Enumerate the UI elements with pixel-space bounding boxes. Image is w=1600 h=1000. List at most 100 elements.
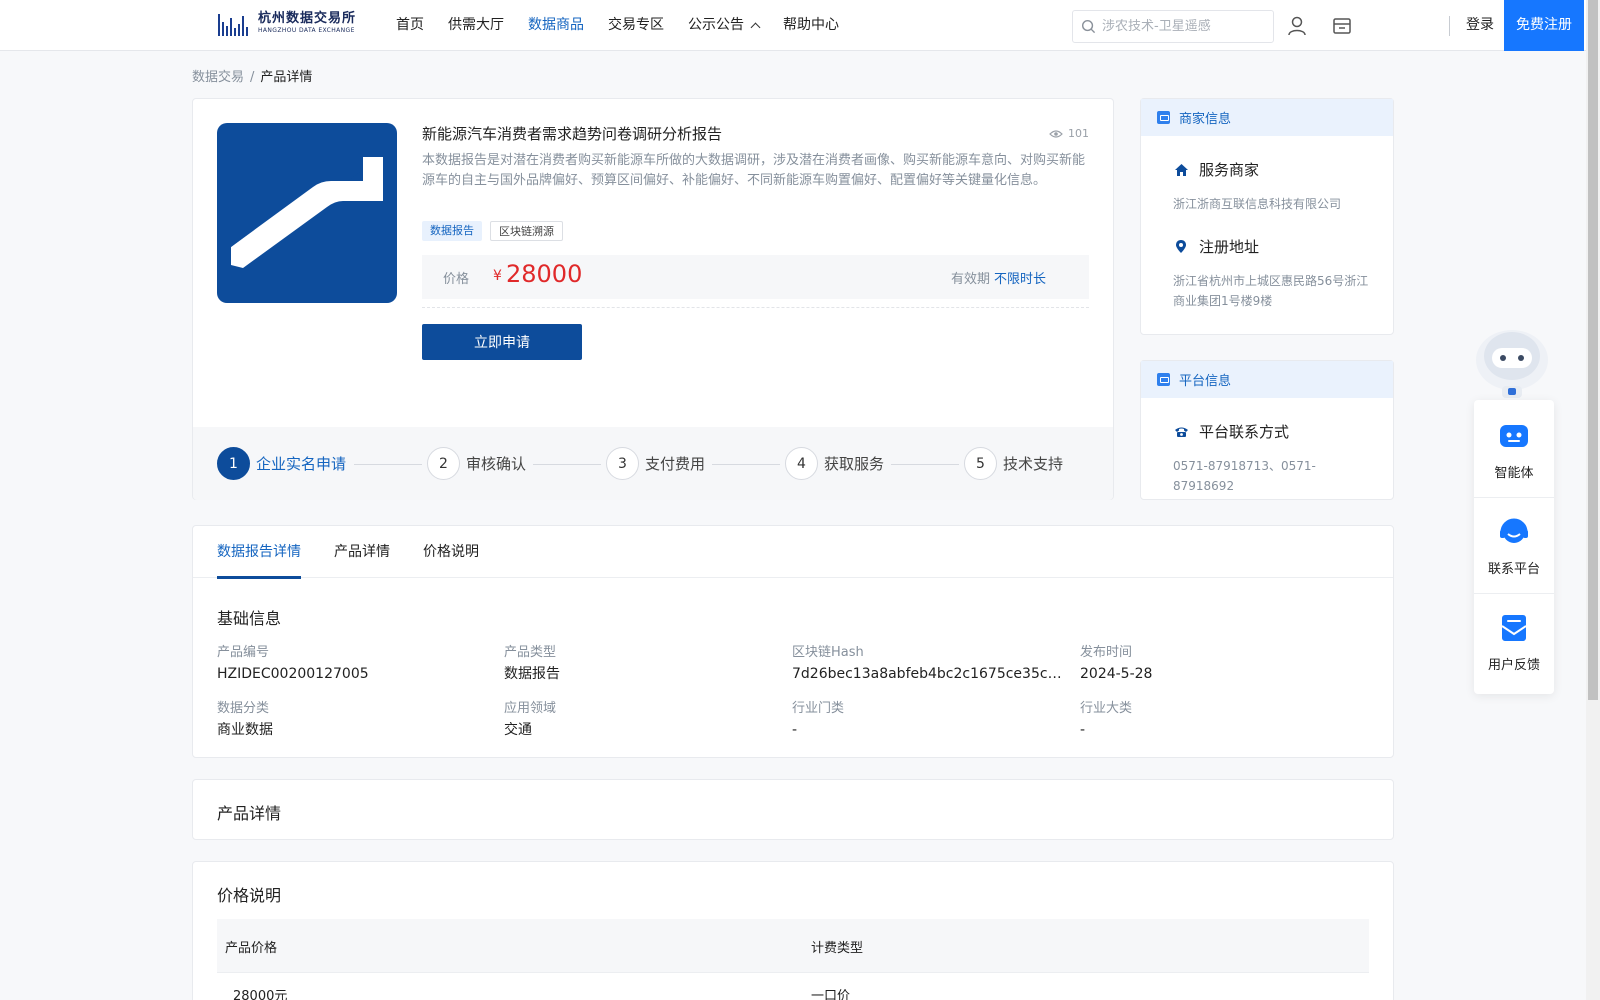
register-button[interactable]: 免费注册 xyxy=(1504,0,1584,51)
step-2: 2 审核确认 xyxy=(427,447,526,480)
table-row: 28000元 一口价 xyxy=(217,972,1369,1000)
site-logo[interactable]: 杭州数据交易所 HANGZHOU DATA EXCHANGE xyxy=(218,10,356,36)
nav-help-center[interactable]: 帮助中心 xyxy=(783,0,839,50)
price-currency: ¥ xyxy=(493,268,502,284)
platform-info-card: 平台信息 平台联系方式 0571-87918713、0571-87918692 xyxy=(1140,360,1394,500)
table-cell: 一口价 xyxy=(811,989,851,1000)
product-cover-image xyxy=(217,123,397,303)
divider xyxy=(1474,593,1554,594)
logo-mark-icon xyxy=(218,10,254,36)
nav-home[interactable]: 首页 xyxy=(396,0,424,50)
step-number: 3 xyxy=(606,447,639,480)
field-value: - xyxy=(1080,722,1086,738)
field-label: 发布时间 xyxy=(1080,645,1133,660)
apply-now-button[interactable]: 立即申请 xyxy=(422,324,582,360)
detail-tabs: 数据报告详情 产品详情 价格说明 xyxy=(193,526,1393,579)
main-nav: 首页 供需大厅 数据商品 交易专区 公示公告 帮助中心 xyxy=(396,0,863,50)
step-label: 审核确认 xyxy=(466,455,527,473)
step-label: 支付费用 xyxy=(645,455,706,473)
ai-agent-button[interactable]: 智能体 xyxy=(1474,420,1554,481)
field-label: 数据分类 xyxy=(217,701,270,716)
robot-mascot-icon[interactable] xyxy=(1472,326,1552,402)
field-value: 7d26bec13a8abfeb4bc2c1675ce35c9f50e… xyxy=(792,666,1067,682)
column-header: 产品价格 xyxy=(225,941,278,956)
tag-data-report: 数据报告 xyxy=(422,221,482,241)
field-label: 应用领域 xyxy=(504,701,557,716)
search-icon xyxy=(1081,19,1096,34)
breadcrumb-parent[interactable]: 数据交易 xyxy=(192,70,244,85)
platform-info-header: 平台信息 xyxy=(1141,361,1393,398)
step-1: 1 企业实名申请 xyxy=(217,447,346,480)
contact-platform-label: 联系平台 xyxy=(1487,562,1540,577)
top-header: 杭州数据交易所 HANGZHOU DATA EXCHANGE 首页 供需大厅 数… xyxy=(0,0,1586,51)
price-box: 价格 ¥ 28000 有效期 不限时长 xyxy=(422,255,1089,299)
product-logo-icon xyxy=(231,153,383,273)
table-header: 产品价格 计费类型 xyxy=(217,919,1369,972)
divider xyxy=(422,307,1089,308)
merchant-info-heading: 商家信息 xyxy=(1179,112,1232,127)
robot-chat-icon xyxy=(1500,425,1528,447)
chevron-up-icon xyxy=(750,22,761,33)
floating-toolbar: 智能体 联系平台 用户反馈 xyxy=(1474,400,1554,694)
search-input[interactable] xyxy=(1102,19,1267,34)
step-4: 4 获取服务 xyxy=(785,447,884,480)
divider xyxy=(1474,497,1554,498)
phone-icon xyxy=(1173,424,1189,440)
search-box[interactable] xyxy=(1072,10,1274,43)
user-feedback-label: 用户反馈 xyxy=(1487,658,1540,673)
step-5: 5 技术支持 xyxy=(964,447,1063,480)
field-application-area: 应用领域 交通 xyxy=(504,700,784,739)
validity-value: 不限时长 xyxy=(993,272,1046,287)
pricing-table: 产品价格 计费类型 28000元 一口价 xyxy=(217,919,1369,1000)
product-detail-title: 产品详情 xyxy=(217,804,282,823)
nav-announcements[interactable]: 公示公告 xyxy=(688,0,761,50)
location-pin-icon xyxy=(1173,239,1189,255)
product-tags: 数据报告 区块链溯源 xyxy=(422,221,563,241)
tab-report-details[interactable]: 数据报告详情 xyxy=(217,526,301,579)
step-label: 获取服务 xyxy=(824,455,885,473)
pricing-title: 价格说明 xyxy=(217,886,282,905)
scrollbar-thumb[interactable] xyxy=(1588,0,1598,700)
contact-platform-button[interactable]: 联系平台 xyxy=(1474,516,1554,577)
product-description: 本数据报告是对潜在消费者购买新能源车所做的大数据调研，涉及潜在消费者画像、购买新… xyxy=(422,153,1086,188)
field-label: 行业大类 xyxy=(1080,701,1133,716)
logo-subtitle: HANGZHOU DATA EXCHANGE xyxy=(258,27,355,34)
tab-price-description[interactable]: 价格说明 xyxy=(423,526,479,578)
field-label: 行业门类 xyxy=(792,701,845,716)
customer-service-icon xyxy=(1500,518,1528,543)
login-link[interactable]: 登录 xyxy=(1466,0,1494,50)
tag-blockchain-trace: 区块链溯源 xyxy=(490,221,563,241)
user-feedback-button[interactable]: 用户反馈 xyxy=(1474,612,1554,673)
user-icon[interactable] xyxy=(1286,15,1308,37)
registered-address-section: 注册地址 浙江省杭州市上城区惠民路56号浙江商业集团1号楼9楼 xyxy=(1173,236,1369,311)
field-value: 交通 xyxy=(504,722,532,738)
field-value: 数据报告 xyxy=(504,666,560,682)
feedback-mail-icon xyxy=(1501,615,1527,641)
nav-data-products[interactable]: 数据商品 xyxy=(528,0,584,50)
field-value: - xyxy=(792,722,798,738)
breadcrumb: 数据交易 / 产品详情 xyxy=(192,66,312,85)
product-summary-card: 新能源汽车消费者需求趋势问卷调研分析报告 101 本数据报告是对潜在消费者购买新… xyxy=(192,98,1114,500)
nav-trading-zone[interactable]: 交易专区 xyxy=(608,0,664,50)
registered-address-value: 浙江省杭州市上城区惠民路56号浙江商业集团1号楼9楼 xyxy=(1173,274,1369,308)
service-merchant-value: 浙江浙商互联信息科技有限公司 xyxy=(1173,197,1342,211)
pricing-card: 价格说明 产品价格 计费类型 28000元 一口价 xyxy=(192,861,1394,1000)
field-label: 区块链Hash xyxy=(792,645,864,660)
process-steps: 1 企业实名申请 2 审核确认 3 支付费用 4 获取服务 5 技术支持 xyxy=(193,427,1113,500)
info-card-icon xyxy=(1157,373,1170,386)
validity-label: 有效期 xyxy=(950,272,990,287)
nav-supply-demand[interactable]: 供需大厅 xyxy=(448,0,504,50)
tab-product-details[interactable]: 产品详情 xyxy=(334,526,390,578)
merchant-info-header: 商家信息 xyxy=(1141,99,1393,136)
validity: 有效期 不限时长 xyxy=(951,268,1046,287)
field-industry-division: 行业大类 - xyxy=(1080,700,1360,739)
breadcrumb-separator: / xyxy=(250,70,255,85)
platform-info-heading: 平台信息 xyxy=(1179,374,1232,389)
service-merchant-title: 服务商家 xyxy=(1199,161,1260,179)
store-icon[interactable] xyxy=(1331,15,1353,37)
field-data-category: 数据分类 商业数据 xyxy=(217,700,497,739)
step-label: 企业实名申请 xyxy=(256,455,347,473)
platform-contact-value: 0571-87918713、0571-87918692 xyxy=(1173,459,1316,493)
logo-title: 杭州数据交易所 xyxy=(258,11,357,26)
view-count-value: 101 xyxy=(1068,127,1089,140)
